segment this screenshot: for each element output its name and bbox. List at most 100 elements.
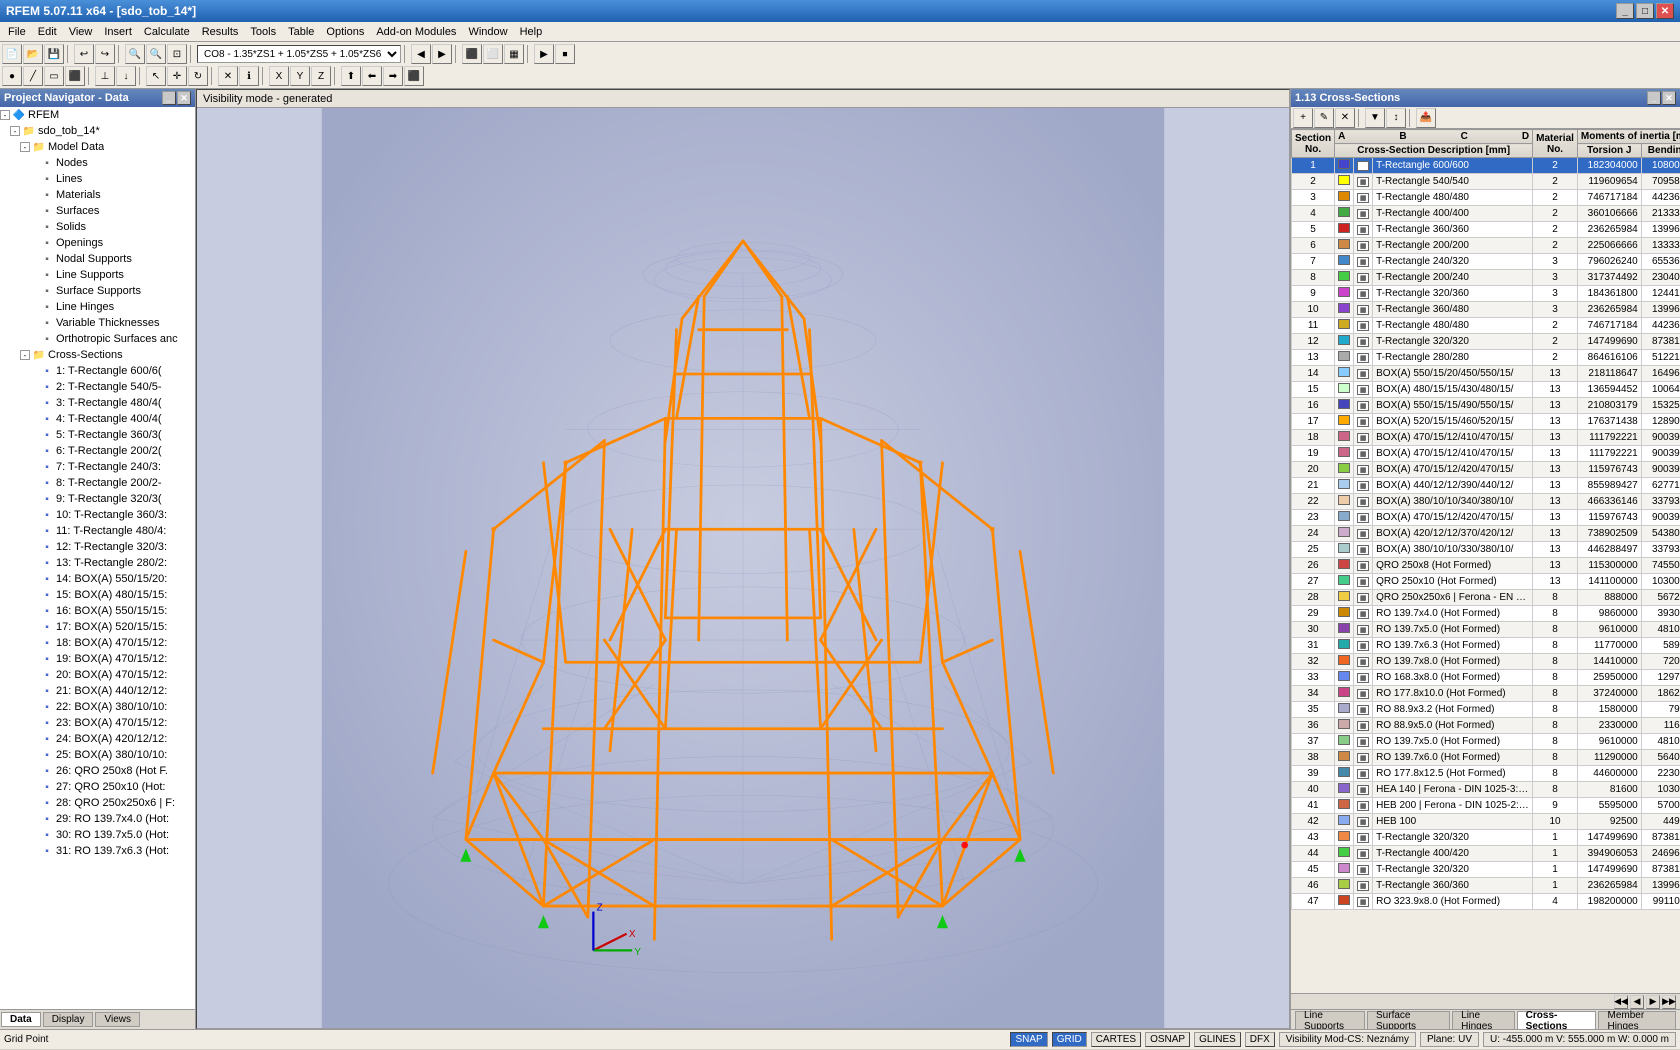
- tb-properties[interactable]: ℹ: [239, 66, 259, 86]
- left-panel-close[interactable]: ✕: [177, 91, 191, 105]
- table-row[interactable]: 24▦BOX(A) 420/12/12/370/420/12/137389025…: [1292, 526, 1680, 542]
- table-row[interactable]: 21▦BOX(A) 440/12/12/390/440/12/138559894…: [1292, 478, 1680, 494]
- table-row[interactable]: 47▦RO 323.9x8.0 (Hot Formed)419820000099…: [1292, 894, 1680, 910]
- tree-item-sdo[interactable]: -📁sdo_tob_14*: [0, 123, 195, 139]
- tree-toggle-cross_sections[interactable]: -: [20, 350, 30, 360]
- tree-item-cs10[interactable]: ▪10: T-Rectangle 360/3:: [0, 507, 195, 523]
- tree-item-line_hinges[interactable]: ▪Line Hinges: [0, 299, 195, 315]
- tree-item-solids[interactable]: ▪Solids: [0, 219, 195, 235]
- rt-new[interactable]: +: [1293, 108, 1313, 128]
- table-row[interactable]: 16▦BOX(A) 550/15/15/490/550/15/132108031…: [1292, 398, 1680, 414]
- tree-item-ortho[interactable]: ▪Orthotropic Surfaces anc: [0, 331, 195, 347]
- tb-zoom-out[interactable]: 🔍: [146, 44, 166, 64]
- menu-options[interactable]: Options: [320, 24, 370, 40]
- tab-cross-sections[interactable]: Cross-Sections: [1517, 1011, 1597, 1029]
- tree-item-cs31[interactable]: ▪31: RO 139.7x6.3 (Hot:: [0, 843, 195, 859]
- tree-item-cs9[interactable]: ▪9: T-Rectangle 320/3(: [0, 491, 195, 507]
- table-row[interactable]: 46▦T-Rectangle 360/360123626598413996800…: [1292, 878, 1680, 894]
- tree-item-cs23[interactable]: ▪23: BOX(A) 470/15/12:: [0, 715, 195, 731]
- table-row[interactable]: 26▦QRO 250x8 (Hot Formed)131153000007455…: [1292, 558, 1680, 574]
- nav-first[interactable]: ◀◀: [1614, 995, 1628, 1009]
- right-panel-minimize[interactable]: _: [1647, 91, 1661, 105]
- tree-item-cross_sections[interactable]: -📁Cross-Sections: [0, 347, 195, 363]
- status-grid[interactable]: GRID: [1052, 1032, 1087, 1047]
- tree-item-cs21[interactable]: ▪21: BOX(A) 440/12/12:: [0, 683, 195, 699]
- tb-delete[interactable]: ✕: [218, 66, 238, 86]
- tree-item-cs29[interactable]: ▪29: RO 139.7x4.0 (Hot:: [0, 811, 195, 827]
- tree-item-nodal_supports[interactable]: ▪Nodal Supports: [0, 251, 195, 267]
- table-row[interactable]: 35▦RO 88.9x3.2 (Hot Formed)8158000079200…: [1292, 702, 1680, 718]
- tb-new[interactable]: 📄: [2, 44, 22, 64]
- table-row[interactable]: 11▦T-Rectangle 480/480274671718444236800…: [1292, 318, 1680, 334]
- tb-load[interactable]: ↓: [116, 66, 136, 86]
- table-row[interactable]: 34▦RO 177.8x10.0 (Hot Formed)83724000018…: [1292, 686, 1680, 702]
- tree-item-cs3[interactable]: ▪3: T-Rectangle 480/4(: [0, 395, 195, 411]
- tree-item-cs25[interactable]: ▪25: BOX(A) 380/10/10:: [0, 747, 195, 763]
- status-dfx[interactable]: DFX: [1245, 1032, 1275, 1047]
- tree-item-cs26[interactable]: ▪26: QRO 250x8 (Hot F.: [0, 763, 195, 779]
- tree-item-cs6[interactable]: ▪6: T-Rectangle 200/2(: [0, 443, 195, 459]
- menu-tools[interactable]: Tools: [244, 24, 282, 40]
- rt-edit[interactable]: ✎: [1314, 108, 1334, 128]
- tb-wireframe[interactable]: ⬜: [483, 44, 503, 64]
- table-row[interactable]: 37▦RO 139.7x5.0 (Hot Formed)896100004810…: [1292, 734, 1680, 750]
- tb-axis-z[interactable]: Z: [311, 66, 331, 86]
- menu-view[interactable]: View: [63, 24, 99, 40]
- table-row[interactable]: 31▦RO 139.7x6.3 (Hot Formed)811770000589…: [1292, 638, 1680, 654]
- close-btn[interactable]: ✕: [1656, 3, 1674, 19]
- tree-item-cs13[interactable]: ▪13: T-Rectangle 280/2:: [0, 555, 195, 571]
- status-glines[interactable]: GLINES: [1194, 1032, 1241, 1047]
- maximize-btn[interactable]: □: [1636, 3, 1654, 19]
- tree-item-cs12[interactable]: ▪12: T-Rectangle 320/3:: [0, 539, 195, 555]
- table-row[interactable]: 36▦RO 88.9x5.0 (Hot Formed)8233000011600…: [1292, 718, 1680, 734]
- tb-view-side[interactable]: ➡: [383, 66, 403, 86]
- menu-calculate[interactable]: Calculate: [138, 24, 196, 40]
- tb-line[interactable]: ╱: [23, 66, 43, 86]
- table-row[interactable]: 23▦BOX(A) 470/15/12/420/470/15/131159767…: [1292, 510, 1680, 526]
- table-row[interactable]: 25▦BOX(A) 380/10/10/330/380/10/134462884…: [1292, 542, 1680, 558]
- table-row[interactable]: 22▦BOX(A) 380/10/10/340/380/10/134663361…: [1292, 494, 1680, 510]
- tb-next[interactable]: ▶: [432, 44, 452, 64]
- tb-solid[interactable]: ⬛: [65, 66, 85, 86]
- status-cartes[interactable]: CARTES: [1091, 1032, 1141, 1047]
- table-row[interactable]: 29▦RO 139.7x4.0 (Hot Formed)898600003930…: [1292, 606, 1680, 622]
- menu-table[interactable]: Table: [282, 24, 320, 40]
- status-snap[interactable]: SNAP: [1010, 1032, 1047, 1047]
- tree-item-cs8[interactable]: ▪8: T-Rectangle 200/2-: [0, 475, 195, 491]
- tb-view-front[interactable]: ⬅: [362, 66, 382, 86]
- table-row[interactable]: 32▦RO 139.7x8.0 (Hot Formed)814410000720…: [1292, 654, 1680, 670]
- tree-item-cs18[interactable]: ▪18: BOX(A) 470/15/12:: [0, 635, 195, 651]
- tree-item-cs27[interactable]: ▪27: QRO 250x10 (Hot:: [0, 779, 195, 795]
- tree-item-cs15[interactable]: ▪15: BOX(A) 480/15/15:: [0, 587, 195, 603]
- tree-toggle-modeldata[interactable]: -: [20, 142, 30, 152]
- tree-item-surfaces[interactable]: ▪Surfaces: [0, 203, 195, 219]
- left-tab-views[interactable]: Views: [95, 1012, 140, 1027]
- tb-open[interactable]: 📂: [23, 44, 43, 64]
- rt-sort[interactable]: ↕: [1386, 108, 1406, 128]
- tb-render[interactable]: ⬛: [462, 44, 482, 64]
- tab-line-supports[interactable]: Line Supports: [1295, 1011, 1365, 1029]
- table-row[interactable]: 38▦RO 139.7x6.0 (Hot Formed)811290000564…: [1292, 750, 1680, 766]
- tb-redo[interactable]: ↪: [95, 44, 115, 64]
- tree-item-cs5[interactable]: ▪5: T-Rectangle 360/3(: [0, 427, 195, 443]
- table-row[interactable]: 42▦HEB 10010925004495000: [1292, 814, 1680, 830]
- tree-item-cs22[interactable]: ▪22: BOX(A) 380/10/10:: [0, 699, 195, 715]
- tree-item-openings[interactable]: ▪Openings: [0, 235, 195, 251]
- tb-support[interactable]: ⊥: [95, 66, 115, 86]
- left-tab-display[interactable]: Display: [43, 1012, 94, 1027]
- tree-item-lines[interactable]: ▪Lines: [0, 171, 195, 187]
- table-row[interactable]: 1▦T-Rectangle 600/6002182304000108000000: [1292, 158, 1680, 174]
- table-row[interactable]: 3▦T-Rectangle 480/4802746717184442368000: [1292, 190, 1680, 206]
- nav-prev[interactable]: ◀: [1630, 995, 1644, 1009]
- tb-axis-x[interactable]: X: [269, 66, 289, 86]
- tb-select[interactable]: ↖: [146, 66, 166, 86]
- tree-item-cs20[interactable]: ▪20: BOX(A) 470/15/12:: [0, 667, 195, 683]
- table-row[interactable]: 12▦T-Rectangle 320/320214749969087381337…: [1292, 334, 1680, 350]
- nav-last[interactable]: ▶▶: [1662, 995, 1676, 1009]
- tree-item-materials[interactable]: ▪Materials: [0, 187, 195, 203]
- load-combo[interactable]: CO8 - 1.35*ZS1 + 1.05*ZS5 + 1.05*ZS6: [197, 45, 401, 63]
- menu-help[interactable]: Help: [514, 24, 549, 40]
- table-row[interactable]: 2▦T-Rectangle 540/5402119609654709589780: [1292, 174, 1680, 190]
- table-row[interactable]: 10▦T-Rectangle 360/480323626598413996800…: [1292, 302, 1680, 318]
- menu-addons[interactable]: Add-on Modules: [370, 24, 462, 40]
